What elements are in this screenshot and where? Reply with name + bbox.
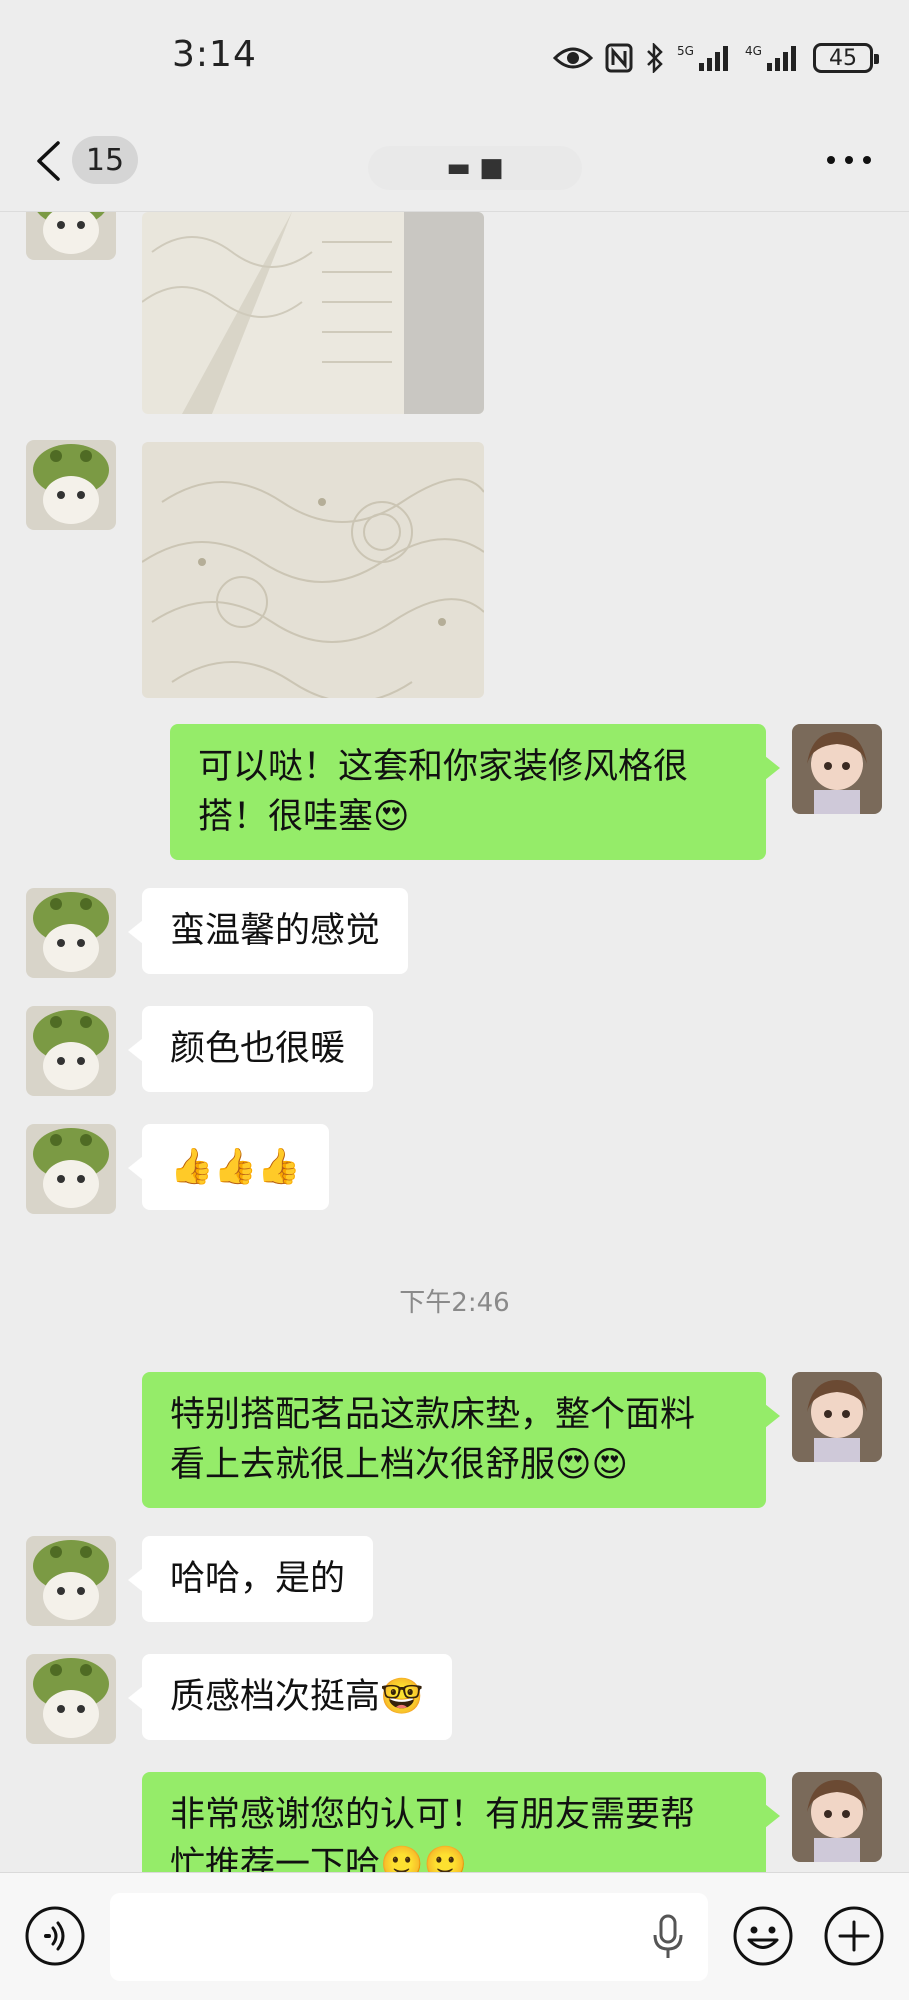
more-icon[interactable] bbox=[825, 154, 873, 166]
chat-header: 15 ▬ ■ bbox=[0, 110, 909, 212]
network-5g-label: 5G bbox=[677, 44, 694, 58]
emoji-icon[interactable] bbox=[732, 1905, 794, 1967]
contact-avatar[interactable] bbox=[26, 212, 116, 260]
status-icons: 5G 4G 45 bbox=[553, 38, 879, 78]
nfc-icon bbox=[605, 43, 633, 73]
contact-avatar[interactable] bbox=[26, 440, 116, 530]
outgoing-message[interactable]: 可以哒！这套和你家装修风格很 搭！很哇塞😍 bbox=[170, 724, 780, 860]
outgoing-message[interactable]: 非常感谢您的认可！有朋友需要帮 忙推荐一下哈🙂🙂 bbox=[142, 1772, 780, 1872]
bluetooth-icon bbox=[647, 43, 663, 73]
plus-icon[interactable] bbox=[823, 1905, 885, 1967]
status-time: 3:14 bbox=[172, 34, 257, 75]
contact-avatar[interactable] bbox=[26, 888, 116, 978]
battery-level: 45 bbox=[829, 45, 857, 71]
mattress-photo-2[interactable] bbox=[142, 442, 484, 698]
status-bar: 3:14 5G 4G 45 bbox=[0, 0, 909, 110]
signal-4g-icon: 4G bbox=[745, 44, 796, 71]
back-icon[interactable] bbox=[34, 140, 62, 182]
contact-avatar[interactable] bbox=[26, 1124, 116, 1214]
contact-avatar[interactable] bbox=[26, 1006, 116, 1096]
incoming-message[interactable]: 哈哈，是的 bbox=[127, 1536, 374, 1622]
my-avatar[interactable] bbox=[792, 1372, 882, 1462]
signal-5g-icon: 5G bbox=[677, 44, 728, 71]
outgoing-message[interactable]: 特别搭配茗品这款床垫，整个面料 看上去就很上档次很舒服😍😍 bbox=[142, 1372, 780, 1508]
input-bar bbox=[0, 1872, 909, 2000]
incoming-message[interactable]: 蛮温馨的感觉 bbox=[127, 888, 409, 974]
my-avatar[interactable] bbox=[792, 1772, 882, 1862]
network-4g-label: 4G bbox=[745, 44, 762, 58]
incoming-message[interactable]: 👍👍👍 bbox=[128, 1124, 329, 1210]
battery-icon: 45 bbox=[813, 43, 879, 73]
message-list[interactable]: 可以哒！这套和你家装修风格很 搭！很哇塞😍 蛮温馨的感觉 颜色也很暖 👍👍👍 下… bbox=[0, 212, 909, 1872]
contact-avatar[interactable] bbox=[26, 1654, 116, 1744]
eye-icon bbox=[553, 47, 593, 69]
my-avatar[interactable] bbox=[792, 724, 882, 814]
message-input[interactable] bbox=[110, 1893, 708, 1981]
microphone-icon[interactable] bbox=[650, 1913, 686, 1961]
voice-toggle-icon[interactable] bbox=[24, 1905, 86, 1967]
contact-avatar[interactable] bbox=[26, 1536, 116, 1626]
timestamp-separator: 下午2:46 bbox=[399, 1288, 510, 1318]
incoming-message[interactable]: 颜色也很暖 bbox=[127, 1006, 374, 1092]
chat-title: ▬ ■ bbox=[368, 146, 582, 190]
incoming-message[interactable]: 质感档次挺高🤓 bbox=[128, 1654, 452, 1740]
mattress-photo-1[interactable] bbox=[142, 212, 484, 414]
unread-count-badge[interactable]: 15 bbox=[72, 136, 138, 184]
